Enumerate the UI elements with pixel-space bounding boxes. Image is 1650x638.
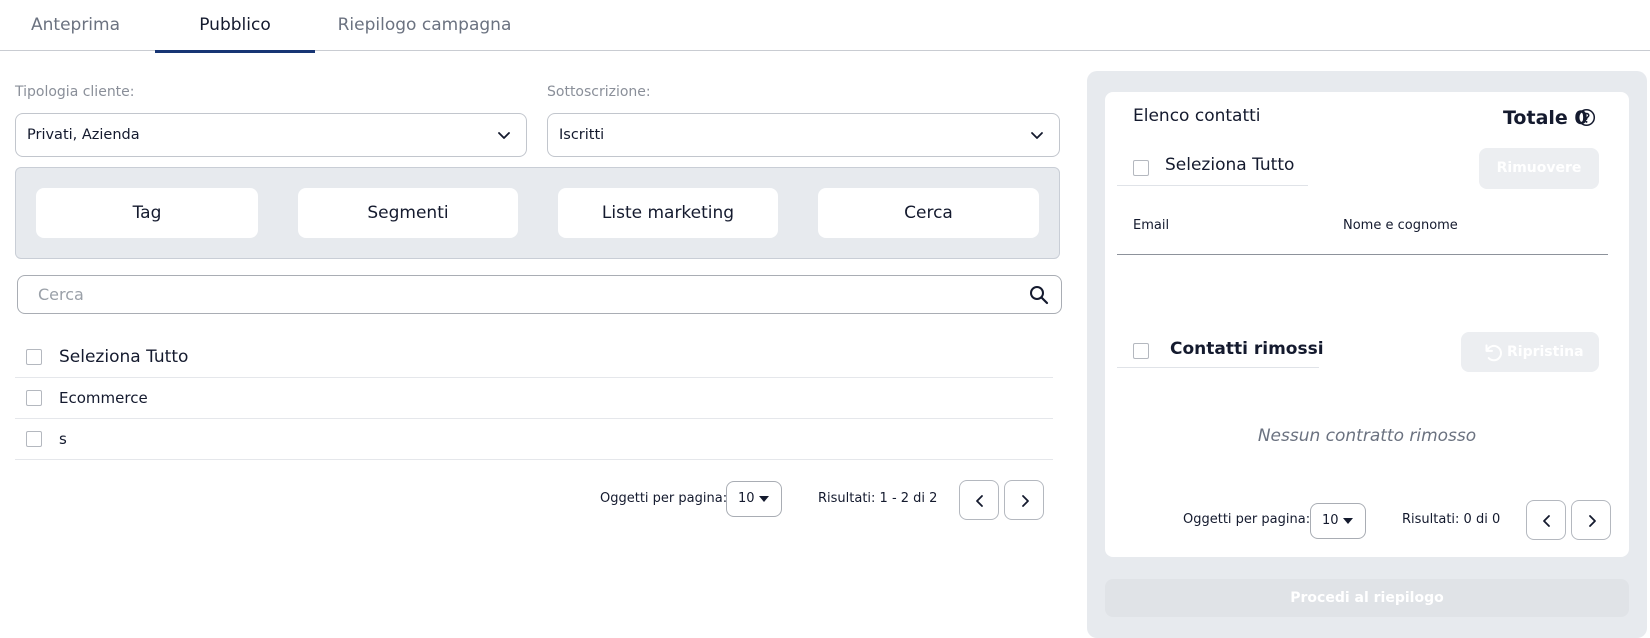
contacts-total: Totale 0 xyxy=(1503,107,1588,129)
chevron-down-icon xyxy=(1031,132,1043,139)
prev-page-button[interactable] xyxy=(959,480,999,520)
divider xyxy=(1117,185,1308,186)
subscription-label: Sottoscrizione: xyxy=(547,84,651,100)
customer-type-label: Tipologia cliente: xyxy=(15,84,135,100)
removed-select-all-checkbox[interactable] xyxy=(1133,343,1149,359)
search-icon[interactable] xyxy=(1029,285,1049,305)
help-icon[interactable] xyxy=(1577,108,1596,127)
caret-down-icon xyxy=(1343,518,1353,524)
contacts-per-page-select[interactable]: 10 xyxy=(1310,503,1366,539)
segments-button[interactable]: Segmenti xyxy=(298,188,518,238)
contacts-title: Elenco contatti xyxy=(1133,106,1261,126)
chevron-down-icon xyxy=(498,132,510,139)
results-count: Risultati: 1 - 2 di 2 xyxy=(818,491,938,506)
chevron-right-icon xyxy=(1589,515,1596,527)
tag-button[interactable]: Tag xyxy=(36,188,258,238)
list-item: Ecommerce xyxy=(15,378,1053,419)
list-item-label: Ecommerce xyxy=(59,389,148,407)
contacts-select-all-checkbox[interactable] xyxy=(1133,160,1149,176)
chevron-left-icon xyxy=(1543,515,1550,527)
restore-label: Ripristina xyxy=(1507,344,1584,360)
remove-button[interactable]: Rimuovere xyxy=(1479,148,1599,189)
customer-type-value: Privati, Azienda xyxy=(27,127,140,143)
column-header-name: Nome e cognome xyxy=(1343,218,1458,233)
search-input[interactable] xyxy=(38,276,998,313)
per-page-value: 10 xyxy=(738,491,755,506)
chevron-left-icon xyxy=(976,495,983,507)
next-page-button[interactable] xyxy=(1004,480,1044,520)
tab-anteprima[interactable]: Anteprima xyxy=(31,0,120,51)
search-filter-button[interactable]: Cerca xyxy=(818,188,1039,238)
filter-type-panel: Tag Segmenti Liste marketing Cerca xyxy=(15,167,1060,259)
contacts-per-page-label: Oggetti per pagina: xyxy=(1183,512,1311,527)
tab-pubblico[interactable]: Pubblico xyxy=(155,0,315,53)
caret-down-icon xyxy=(759,496,769,502)
column-header-email: Email xyxy=(1133,218,1170,233)
search-box xyxy=(17,275,1062,314)
per-page-select[interactable]: 10 xyxy=(726,481,782,517)
marketing-lists-button[interactable]: Liste marketing xyxy=(558,188,778,238)
list-item-checkbox[interactable] xyxy=(26,390,42,406)
empty-removed-message: Nessun contratto rimosso xyxy=(1257,426,1477,446)
proceed-to-summary-button[interactable]: Procedi al riepilogo xyxy=(1105,579,1629,617)
tab-bar: Anteprima Pubblico Riepilogo campagna xyxy=(0,0,1650,53)
divider xyxy=(1117,254,1608,255)
undo-icon xyxy=(1485,344,1502,362)
list-item-label: s xyxy=(59,430,67,448)
divider xyxy=(1117,367,1319,368)
subscription-value: Iscritti xyxy=(559,127,605,143)
list-select-all-row: Seleziona Tutto xyxy=(15,337,1053,378)
list-item: s xyxy=(15,419,1053,460)
contacts-select-all-label: Seleziona Tutto xyxy=(1165,155,1295,175)
contacts-next-page-button[interactable] xyxy=(1571,500,1611,540)
select-all-checkbox[interactable] xyxy=(26,349,42,365)
contacts-per-page-value: 10 xyxy=(1322,513,1339,528)
contacts-prev-page-button[interactable] xyxy=(1526,500,1566,540)
chevron-right-icon xyxy=(1022,495,1029,507)
select-all-label: Seleziona Tutto xyxy=(59,347,189,367)
subscription-select[interactable]: Iscritti xyxy=(547,113,1060,157)
restore-button[interactable]: Ripristina xyxy=(1461,332,1599,372)
customer-type-select[interactable]: Privati, Azienda xyxy=(15,113,527,157)
removed-contacts-title: Contatti rimossi xyxy=(1170,339,1324,359)
list-item-checkbox[interactable] xyxy=(26,431,42,447)
contacts-results-count: Risultati: 0 di 0 xyxy=(1402,512,1501,527)
tab-riepilogo-campagna[interactable]: Riepilogo campagna xyxy=(337,0,512,51)
per-page-label: Oggetti per pagina: xyxy=(600,491,728,506)
